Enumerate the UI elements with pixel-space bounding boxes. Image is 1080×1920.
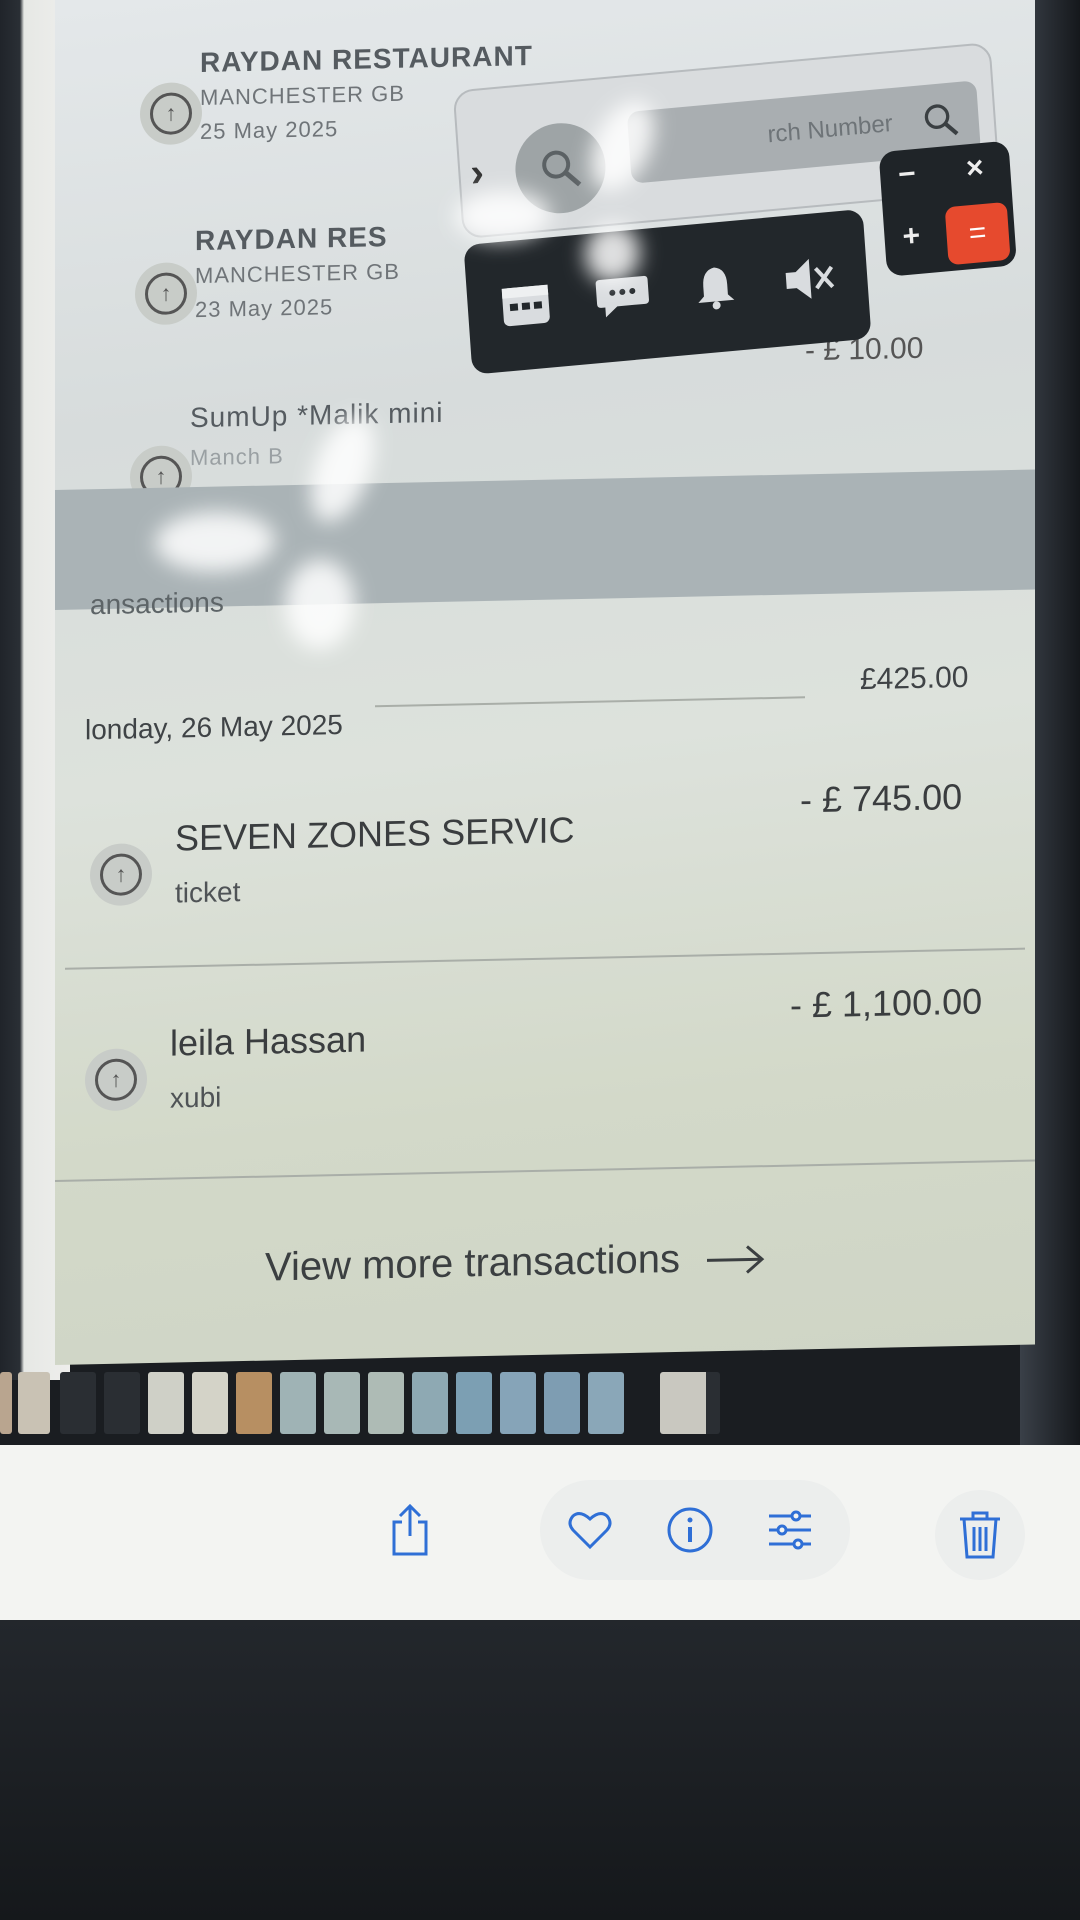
thumbnail[interactable] [148,1372,184,1434]
transaction-amount: - £ 745.00 [800,775,963,821]
search-placeholder: rch Number [766,110,894,149]
merchant-location: MANCHESTER GB [200,80,405,110]
outgoing-icon: ↑ [140,81,202,146]
transaction-amount: - £ 1,100.00 [790,980,983,1026]
merchant-name: RAYDAN RES [195,221,388,257]
thumbnail-selected[interactable] [660,1372,720,1434]
chevron-right-icon[interactable]: › [469,150,485,196]
transaction-name: leila Hassan [170,1018,367,1064]
view-more-button[interactable]: View more transactions [265,1235,767,1291]
heart-icon [568,1512,612,1550]
adjust-icon [769,1510,811,1550]
thumbnail[interactable] [500,1372,536,1434]
merchant-location: Manch B [190,443,284,471]
calendar-icon[interactable] [498,278,553,331]
search-icon [924,104,959,136]
thumbnail[interactable] [18,1372,50,1434]
calculator-widget: − × + = [878,140,1017,277]
thumbnail[interactable] [60,1372,96,1434]
trash-icon [960,1511,1000,1559]
merchant-name: SumUp *Malik mini [190,396,444,434]
adjust-button[interactable] [760,1500,820,1560]
search-icon [542,150,582,187]
thumbnail[interactable] [412,1372,448,1434]
transaction-date: 23 May 2025 [195,294,334,323]
minus-key[interactable]: − [897,157,917,192]
info-button[interactable] [660,1500,720,1560]
thumbnail[interactable] [456,1372,492,1434]
outgoing-icon: ↑ [85,1048,147,1112]
floating-overlay: › rch Number − × + = [450,2,1017,375]
arrow-right-icon [707,1245,765,1275]
view-more-label: View more transactions [265,1236,680,1290]
divider [375,696,805,708]
mute-icon[interactable] [778,253,837,306]
thumbnail[interactable] [104,1372,140,1434]
thumbnail-strip [0,1372,1080,1440]
thumbnail[interactable] [0,1372,12,1434]
day-label: londay, 26 May 2025 [85,708,343,746]
favorite-button[interactable] [560,1500,620,1560]
delete-button[interactable] [950,1505,1010,1565]
info-icon [667,1507,713,1553]
multiply-key[interactable]: × [965,151,985,186]
thumbnail[interactable] [192,1372,228,1434]
transaction-reference: ticket [175,876,241,909]
photographed-screen: ↑ RAYDAN RESTAURANT MANCHESTER GB 25 May… [55,0,1035,1366]
outgoing-icon: ↑ [90,842,152,907]
plus-key[interactable]: + [901,219,921,254]
transaction-name: SEVEN ZONES SERVIC [175,809,575,859]
thumbnail[interactable] [324,1372,360,1434]
outgoing-icon: ↑ [135,262,197,326]
divider [65,947,1025,970]
merchant-location: MANCHESTER GB [195,258,400,289]
thumbnail[interactable] [368,1372,404,1434]
section-title: ansactions [90,586,224,621]
divider [55,1159,1035,1182]
share-icon [392,1503,428,1556]
day-total: £425.00 [860,660,969,697]
photo-action-bar [0,1445,1080,1620]
device-bezel-bottom [0,1620,1080,1920]
thumbnail[interactable] [280,1372,316,1434]
photo-scene: ↑ RAYDAN RESTAURANT MANCHESTER GB 25 May… [0,0,1080,1920]
thumbnail[interactable] [544,1372,580,1434]
transaction-reference: xubi [170,1081,222,1114]
thumbnail[interactable] [236,1372,272,1434]
transaction-date: 25 May 2025 [200,116,339,144]
share-button[interactable] [380,1495,440,1565]
bell-icon[interactable] [691,262,738,314]
thumbnail[interactable] [588,1372,624,1434]
equals-key[interactable]: = [944,201,1011,266]
